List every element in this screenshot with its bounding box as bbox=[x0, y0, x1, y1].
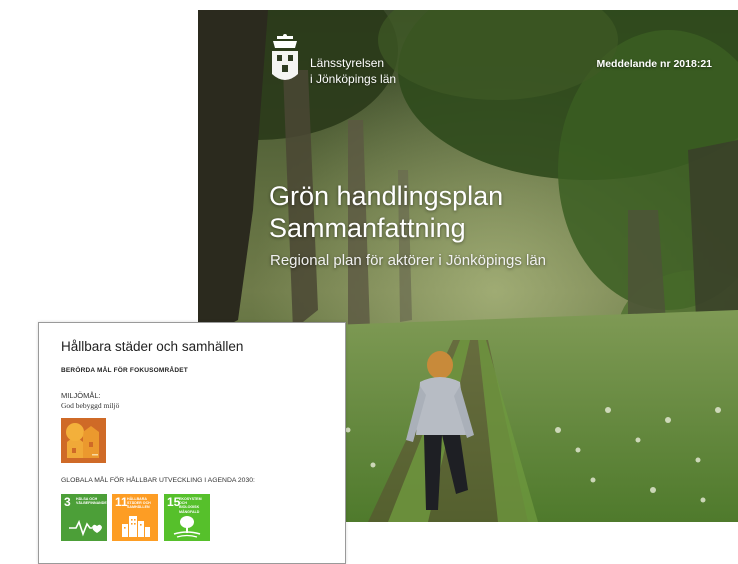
sdg-heading: GLOBALA MÅL FÖR HÅLLBAR UTVECKLING I AGE… bbox=[61, 477, 255, 484]
cover-title: Grön handlingsplan Sammanfattning bbox=[269, 180, 503, 244]
env-goal-value: God bebyggd miljö bbox=[61, 401, 120, 410]
heartbeat-icon bbox=[69, 519, 102, 537]
city-buildings-icon bbox=[122, 516, 150, 537]
sdg-11-tile: 11 HÅLLBARA STÄDER OCH SAMHÄLLEN bbox=[112, 494, 158, 541]
sdg-3-tile: 3 HÄLSA OCH VÄLBEFINNANDE bbox=[61, 494, 107, 541]
tree-icon bbox=[173, 516, 201, 538]
agency-line-1: Länsstyrelsen bbox=[310, 56, 385, 70]
built-environment-icon bbox=[61, 418, 106, 463]
page-title: Hållbara städer och samhällen bbox=[61, 339, 244, 354]
report-number: Meddelande nr 2018:21 bbox=[596, 58, 712, 70]
document-page: Hållbara städer och samhällen BERÖRDA MÅ… bbox=[38, 322, 346, 564]
sdg-15-tile: 15 EKOSYSTEM OCH BIOLOGISK MÅNGFALD bbox=[164, 494, 210, 541]
cover-title-line-2: Sammanfattning bbox=[269, 213, 466, 243]
agency-line-2: i Jönköpings län bbox=[310, 72, 397, 86]
agency-name: Länsstyrelsen i Jönköpings län bbox=[310, 55, 396, 87]
env-goal-label: MILJÖMÅL: bbox=[61, 391, 101, 400]
section-heading: BERÖRDA MÅL FÖR FOKUSOMRÅDET bbox=[61, 367, 188, 374]
cover-subtitle: Regional plan för aktörer i Jönköpings l… bbox=[270, 252, 546, 269]
cover-title-line-1: Grön handlingsplan bbox=[269, 181, 504, 211]
county-crest-icon bbox=[272, 34, 298, 80]
